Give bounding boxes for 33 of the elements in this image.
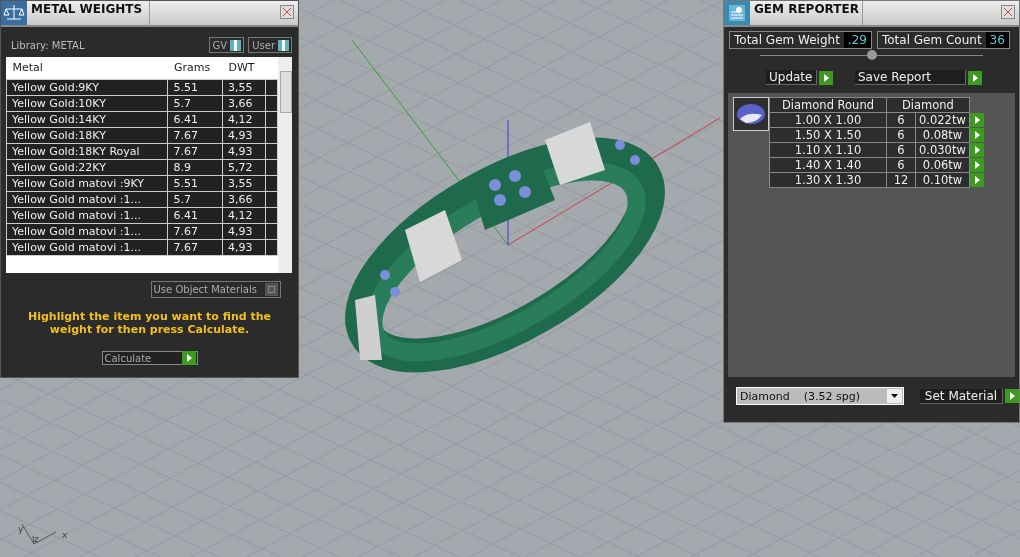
close-button[interactable]: [1001, 5, 1015, 19]
stat-field: Total Gem Count 36: [876, 31, 1010, 49]
table-cell: 5.51: [168, 79, 223, 96]
play-icon: [968, 70, 982, 85]
material-dropdown[interactable]: Diamond (3.52 spg): [736, 387, 904, 405]
scrollbar[interactable]: [278, 57, 292, 273]
column-header: Diamond: [886, 97, 970, 113]
axis-label: y: [18, 524, 24, 534]
calculate-button[interactable]: Calculate: [101, 351, 198, 365]
table-cell: Yellow Gold:9KY: [6, 79, 168, 96]
collapse-handle[interactable]: [866, 50, 877, 60]
close-icon: [1004, 8, 1012, 16]
close-button[interactable]: [280, 5, 294, 19]
gem-icon: [736, 103, 766, 125]
axis-label: z: [34, 534, 39, 544]
toggle[interactable]: GV: [208, 37, 245, 53]
library-label: Library: METAL: [11, 39, 85, 51]
toggle[interactable]: User: [248, 37, 292, 53]
axis-label: x: [62, 530, 68, 540]
use-object-materials-toggle[interactable]: Use Object Materials: [150, 281, 281, 298]
scale-icon: [3, 3, 25, 23]
hint-text: Highlight the item you want to find the weight for then press Calculate.: [27, 310, 272, 336]
table-cell: 3,55: [222, 79, 266, 96]
panel-title: GEM REPORTER: [750, 1, 863, 25]
play-icon: [819, 70, 833, 85]
play-icon: [1005, 389, 1019, 403]
play-icon: [181, 351, 196, 365]
panel-title: METAL WEIGHTS: [27, 1, 150, 25]
report-icon: [727, 3, 747, 23]
column-header: Diamond Round: [769, 97, 887, 113]
caret-icon: [891, 394, 898, 398]
close-icon: [283, 8, 291, 16]
stat-field: Total Gem Weight .29: [729, 31, 872, 49]
